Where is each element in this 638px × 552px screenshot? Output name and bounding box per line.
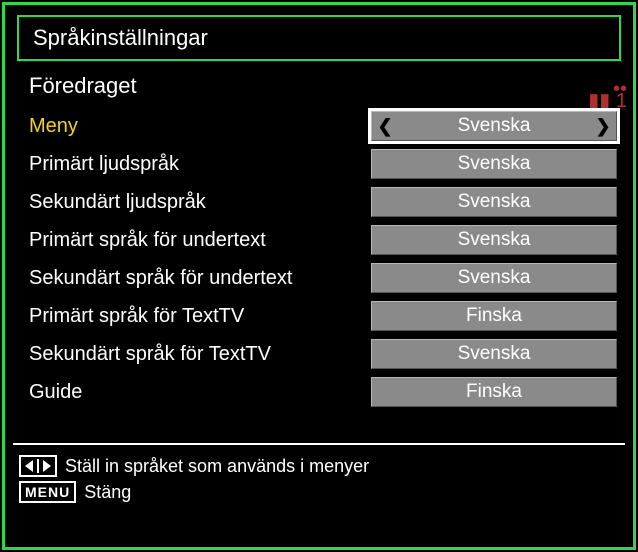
- setting-label: Sekundärt språk för TextTV: [29, 343, 359, 366]
- value-selector[interactable]: Finska: [371, 301, 617, 331]
- setting-value: Finska: [466, 305, 522, 327]
- section-header: Föredraget: [5, 69, 633, 109]
- left-right-key-icon: [19, 455, 57, 477]
- setting-value: Svenska: [458, 153, 531, 175]
- setting-row[interactable]: Primärt ljudspråk Svenska: [29, 147, 617, 181]
- setting-row[interactable]: Sekundärt språk för undertext Svenska: [29, 261, 617, 295]
- footer-hint-2: Stäng: [84, 482, 131, 503]
- setting-label: Guide: [29, 381, 359, 404]
- setting-row[interactable]: Meny ❮ ❯ Svenska: [29, 109, 617, 143]
- setting-label: Sekundärt språk för undertext: [29, 267, 359, 290]
- setting-row[interactable]: Sekundärt språk för TextTV Svenska: [29, 337, 617, 371]
- setting-row[interactable]: Primärt språk för TextTV Finska: [29, 299, 617, 333]
- setting-value: Svenska: [458, 115, 531, 137]
- value-selector[interactable]: Svenska: [371, 225, 617, 255]
- setting-label: Sekundärt ljudspråk: [29, 191, 359, 214]
- menu-key-icon: MENU: [19, 481, 76, 503]
- setting-label: Primärt språk för undertext: [29, 229, 359, 252]
- setting-label: Meny: [29, 115, 359, 138]
- setting-row[interactable]: Primärt språk för undertext Svenska: [29, 223, 617, 257]
- setting-value: Svenska: [458, 229, 531, 251]
- value-selector[interactable]: Svenska: [371, 149, 617, 179]
- setting-label: Primärt språk för TextTV: [29, 305, 359, 328]
- chevron-right-icon[interactable]: ❯: [592, 112, 614, 140]
- settings-panel: Språkinställningar Föredraget ••▮▮ 1 Men…: [2, 2, 636, 550]
- setting-value: Svenska: [458, 267, 531, 289]
- chevron-left-icon[interactable]: ❮: [374, 112, 396, 140]
- setting-label: Primärt ljudspråk: [29, 153, 359, 176]
- setting-row[interactable]: Guide Finska: [29, 375, 617, 409]
- setting-value: Finska: [466, 381, 522, 403]
- footer-divider: [13, 443, 625, 445]
- value-selector[interactable]: Svenska: [371, 339, 617, 369]
- footer-hint-1: Ställ in språket som används i menyer: [65, 456, 369, 477]
- value-selector[interactable]: Svenska: [371, 263, 617, 293]
- value-selector[interactable]: Finska: [371, 377, 617, 407]
- settings-list: Meny❮❯SvenskaPrimärt ljudspråkSvenskaSek…: [5, 109, 633, 409]
- setting-value: Svenska: [458, 191, 531, 213]
- record-icon: ••▮▮ 1: [588, 83, 627, 107]
- panel-title-box: Språkinställningar: [17, 15, 621, 61]
- value-selector[interactable]: ❮ ❯ Svenska: [371, 111, 617, 141]
- value-selector[interactable]: Svenska: [371, 187, 617, 217]
- setting-row[interactable]: Sekundärt ljudspråk Svenska: [29, 185, 617, 219]
- panel-title: Språkinställningar: [33, 25, 208, 51]
- setting-value: Svenska: [458, 343, 531, 365]
- footer: Ställ in språket som används i menyer ME…: [19, 453, 619, 505]
